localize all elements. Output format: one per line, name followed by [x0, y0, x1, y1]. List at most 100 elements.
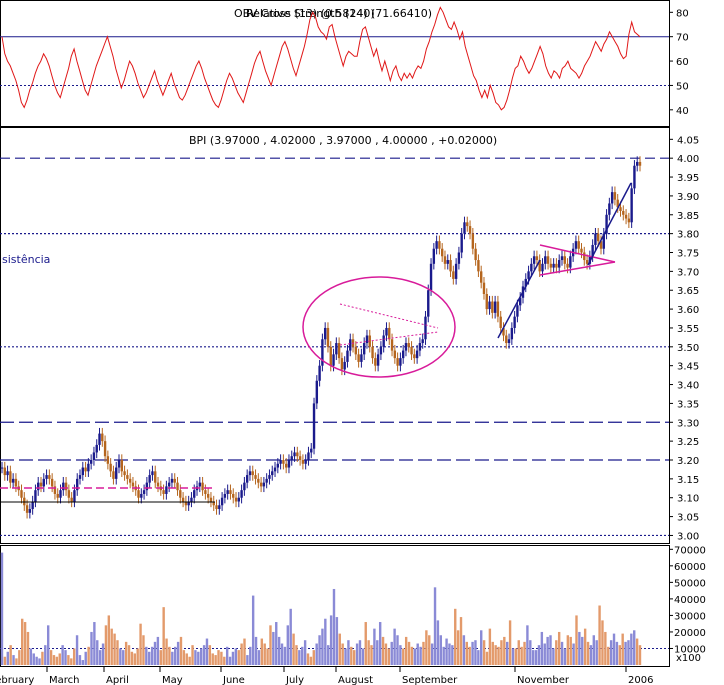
candle-body [215, 505, 218, 510]
volume-bar [182, 650, 186, 665]
volume-bar [90, 631, 93, 665]
volume-bar [266, 648, 269, 665]
candle-body [287, 460, 291, 468]
volume-bar [312, 650, 315, 665]
candle-body [151, 471, 154, 476]
volume-bar [442, 646, 445, 665]
volume-bar [506, 641, 509, 665]
volume-bar [214, 655, 217, 665]
volume-bar [87, 646, 90, 665]
volume-bar [133, 653, 136, 665]
candle-body [491, 301, 494, 313]
candle-body [429, 263, 433, 291]
volume-bar [72, 648, 76, 665]
volume-bar [592, 635, 596, 665]
volume-bar [436, 620, 440, 665]
volume-bar [367, 640, 370, 665]
candle-body [513, 316, 516, 328]
volume-bar [148, 651, 151, 665]
candle-body [20, 490, 23, 498]
volume-bar [104, 625, 108, 665]
candle-body [432, 248, 436, 264]
volume-bar [260, 638, 264, 665]
volume-bar [621, 633, 624, 665]
candle-body [279, 460, 282, 464]
volume-bar [638, 645, 642, 665]
candle-body [170, 478, 174, 483]
volume-bar [78, 655, 82, 665]
candle-body [555, 263, 558, 268]
candle-body [307, 452, 310, 460]
candle-body [34, 490, 37, 502]
candle-body [193, 490, 196, 498]
volume-bar [358, 640, 362, 665]
candle-body [87, 463, 90, 472]
candle-body [140, 493, 143, 498]
candle-body [427, 290, 430, 317]
price-tick-label: 3.00 [677, 531, 699, 542]
candle-body [544, 256, 547, 264]
price-tick-label: 3.90 [677, 192, 699, 203]
volume-bar [197, 651, 200, 665]
candle-body [106, 456, 110, 464]
candle-body [346, 350, 349, 362]
volume-bar [150, 646, 154, 665]
candle-body [59, 490, 62, 498]
candle-body [549, 263, 553, 268]
candle-body [229, 490, 232, 494]
volume-bar [448, 643, 451, 665]
volume-bar [280, 643, 284, 665]
volume-bar [350, 646, 353, 665]
price-tick-label: 3.55 [677, 324, 699, 335]
candle-body [64, 482, 68, 491]
candle-body [273, 467, 277, 472]
volume-bar [500, 640, 503, 665]
volume-bar [324, 618, 327, 665]
volume-bar [61, 645, 64, 665]
volume-bar [18, 650, 21, 665]
candle-body [304, 460, 307, 464]
candle-body [31, 501, 34, 510]
price-tick-label: 3.65 [677, 286, 699, 297]
volume-bar [604, 631, 607, 665]
volume-bar [393, 628, 396, 665]
candle-body [360, 354, 363, 362]
candle-body [50, 478, 54, 487]
volume-bar [598, 605, 601, 665]
candle-body [251, 471, 254, 476]
candle-body [471, 233, 475, 249]
volume-bar [477, 650, 480, 665]
candle-body [173, 478, 176, 483]
volume-bar [303, 640, 307, 665]
candle-body [293, 452, 296, 457]
volume-bar [301, 646, 304, 665]
candle-body [546, 256, 550, 264]
volume-bar [364, 622, 367, 665]
volume-bar [309, 656, 313, 665]
volume-bar [404, 636, 408, 665]
candle-body [109, 463, 112, 472]
candle-body [78, 475, 82, 479]
stock-chart: OBV Cross (13) (0.58240) Relative Streng… [0, 0, 706, 685]
candle-body [357, 354, 360, 362]
volume-bar [306, 653, 310, 665]
x-tick-label: March [49, 675, 79, 685]
volume-bar [225, 646, 229, 665]
volume-bar [589, 645, 593, 665]
candle-body [92, 452, 96, 460]
volume-bar [520, 646, 523, 665]
candle-body [301, 460, 305, 464]
candle-body [477, 260, 480, 272]
price-tick-label: 3.70 [677, 267, 699, 278]
volume-bar [526, 625, 529, 665]
candle-body [466, 222, 469, 227]
volume-bar [413, 648, 417, 665]
volume-bar [425, 630, 428, 665]
volume-bar [485, 651, 489, 665]
x-tick-label: April [106, 675, 129, 685]
candle-body [315, 380, 319, 404]
volume-tick-label: 50000 [674, 578, 706, 589]
candle-body [167, 482, 171, 487]
candle-body [371, 346, 374, 359]
volume-bar [534, 650, 538, 665]
